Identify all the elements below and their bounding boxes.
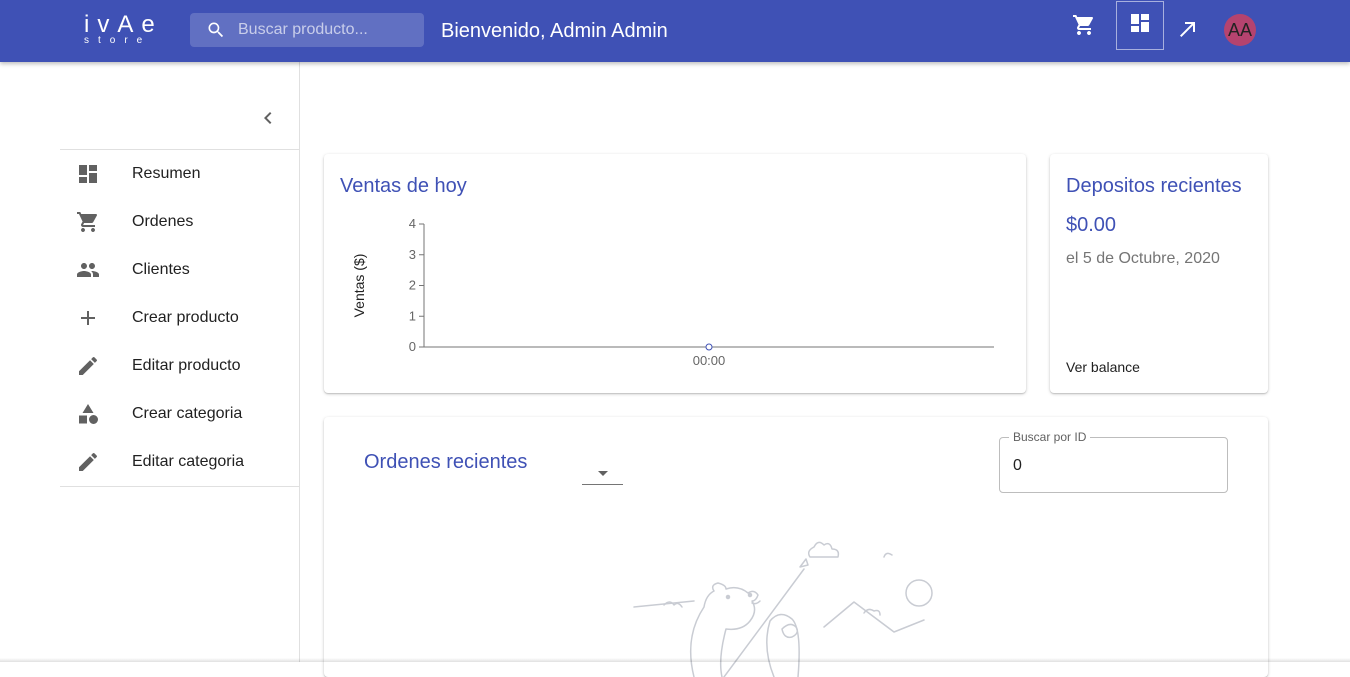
dashboard-icon (76, 162, 100, 186)
orders-filter-select[interactable] (582, 453, 623, 485)
search-by-id-field[interactable]: Buscar por ID 0 (999, 431, 1228, 493)
search-input[interactable] (238, 13, 418, 47)
logo-main-text: ivAe (84, 11, 163, 38)
sidebar-divider (60, 486, 299, 487)
chart-marks (705, 343, 713, 351)
sidebar-item-label: Crear producto (132, 309, 239, 326)
sidebar-item-ordenes[interactable]: Ordenes (60, 198, 299, 246)
search-by-id-value: 0 (1013, 457, 1022, 474)
pencil-icon (76, 450, 100, 474)
sidebar-item-clientes[interactable]: Clientes (60, 246, 299, 294)
sidebar-item-crear-producto[interactable]: Crear producto (60, 294, 299, 342)
external-link-button[interactable] (1164, 6, 1212, 56)
app-bar: ivAe store Bienvenido, Admin Admin AA (0, 0, 1350, 62)
sidebar-item-crear-categoria[interactable]: Crear categoria (60, 390, 299, 438)
sales-today-card: Ventas de hoy 0 1 2 3 4 Ventas ($) 00:00 (324, 154, 1026, 393)
dropdown-arrow-icon (591, 461, 615, 490)
view-balance-link[interactable]: Ver balance (1066, 359, 1140, 375)
cart-button[interactable] (1060, 2, 1108, 52)
sidebar-item-editar-producto[interactable]: Editar producto (60, 342, 299, 390)
y-tick-label: 3 (409, 247, 416, 262)
chevron-left-icon (256, 106, 280, 135)
deposit-date: el 5 de Octubre, 2020 (1066, 250, 1220, 267)
plus-icon (76, 306, 100, 330)
sidebar-item-resumen[interactable]: Resumen (60, 150, 299, 198)
sidebar-item-label: Editar categoria (132, 453, 245, 470)
sidebar-item-label: Ordenes (132, 213, 194, 230)
recent-deposits-card: Depositos recientes $0.00 el 5 de Octubr… (1050, 154, 1268, 393)
cart-icon (1072, 13, 1096, 42)
collapse-sidebar-button[interactable] (256, 108, 280, 132)
sidebar-item-label: Crear categoria (132, 405, 243, 422)
deposit-amount: $0.00 (1066, 214, 1117, 236)
bottom-edge (0, 658, 1350, 662)
y-tick-label: 4 (409, 216, 416, 231)
sidebar-item-label: Editar producto (132, 357, 241, 374)
data-point (705, 343, 713, 351)
pencil-icon (76, 354, 100, 378)
y-tick-label: 1 (409, 308, 416, 323)
store-logo[interactable]: ivAe store (84, 10, 164, 50)
sidebar-item-label: Clientes (132, 261, 190, 278)
empty-state-illustration (633, 541, 933, 677)
y-tick-label: 2 (409, 278, 416, 293)
search-icon (206, 20, 226, 40)
people-icon (76, 258, 100, 282)
sidebar-item-label: Resumen (132, 165, 201, 182)
sales-chart: 0 1 2 3 4 Ventas ($) 00:00 (351, 216, 994, 368)
avatar[interactable]: AA (1224, 14, 1256, 46)
search-by-id-label: Buscar por ID (1009, 431, 1091, 443)
sidebar: Resumen Ordenes Clientes Crear producto … (60, 62, 300, 662)
cart-icon (76, 210, 100, 234)
deposits-card-title: Depositos recientes (1066, 175, 1242, 197)
sidebar-item-editar-categoria[interactable]: Editar categoria (60, 438, 299, 486)
chart-axes: 0 1 2 3 4 Ventas ($) 00:00 (351, 216, 994, 368)
product-search (190, 13, 424, 47)
welcome-text: Bienvenido, Admin Admin (441, 20, 668, 42)
logo-sub-text: store (84, 35, 152, 46)
y-tick-label: 0 (409, 339, 416, 354)
dashboard-icon (1128, 11, 1152, 40)
orders-card-title: Ordenes recientes (364, 451, 528, 473)
x-tick-label: 00:00 (693, 353, 726, 368)
recent-orders-card: Ordenes recientes Buscar por ID 0 (324, 417, 1268, 677)
shapes-icon (76, 402, 100, 426)
dashboard-button[interactable] (1116, 1, 1164, 50)
y-axis-label: Ventas ($) (351, 254, 367, 318)
arrow-up-right-icon (1176, 17, 1200, 46)
